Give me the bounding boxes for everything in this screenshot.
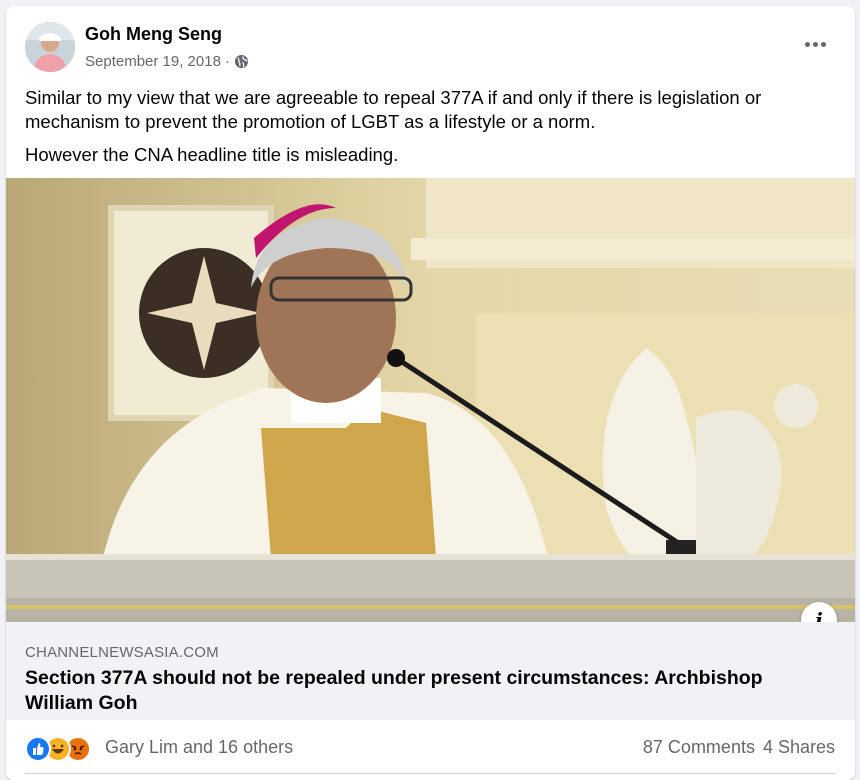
post-card: Goh Meng Seng September 19, 2018 · Simil… <box>6 6 855 780</box>
engagement-counts: 87 Comments 4 Shares <box>643 737 835 758</box>
globe-icon[interactable] <box>234 54 249 69</box>
archbishop-photo <box>6 178 855 622</box>
more-options-icon[interactable] <box>797 30 833 58</box>
author-name[interactable]: Goh Meng Seng <box>85 24 222 45</box>
post-meta: September 19, 2018 · <box>85 53 249 70</box>
reactions-bar: Gary Lim and 16 others 87 Comments 4 Sha… <box>6 720 855 774</box>
reaction-icons[interactable] <box>25 736 105 762</box>
post-header: Goh Meng Seng September 19, 2018 · <box>6 6 855 86</box>
reactions-summary[interactable]: Gary Lim and 16 others <box>105 737 293 758</box>
like-icon <box>25 736 51 762</box>
link-title[interactable]: Section 377A should not be repealed unde… <box>25 666 825 716</box>
shares-count[interactable]: 4 Shares <box>763 737 835 758</box>
post-paragraph: Similar to my view that we are agreeable… <box>25 87 762 132</box>
avatar-image <box>25 22 75 72</box>
comments-count[interactable]: 87 Comments <box>643 737 755 758</box>
post-text: Similar to my view that we are agreeable… <box>25 86 815 176</box>
post-date[interactable]: September 19, 2018 <box>85 53 221 70</box>
link-preview[interactable]: CHANNELNEWSASIA.COM Section 377A should … <box>6 622 855 720</box>
link-domain: CHANNELNEWSASIA.COM <box>25 644 219 661</box>
post-paragraph: However the CNA headline title is mislea… <box>25 144 399 165</box>
meta-separator: · <box>224 53 230 70</box>
link-preview-image[interactable] <box>6 178 855 622</box>
divider <box>25 773 836 774</box>
author-avatar[interactable] <box>25 22 75 72</box>
